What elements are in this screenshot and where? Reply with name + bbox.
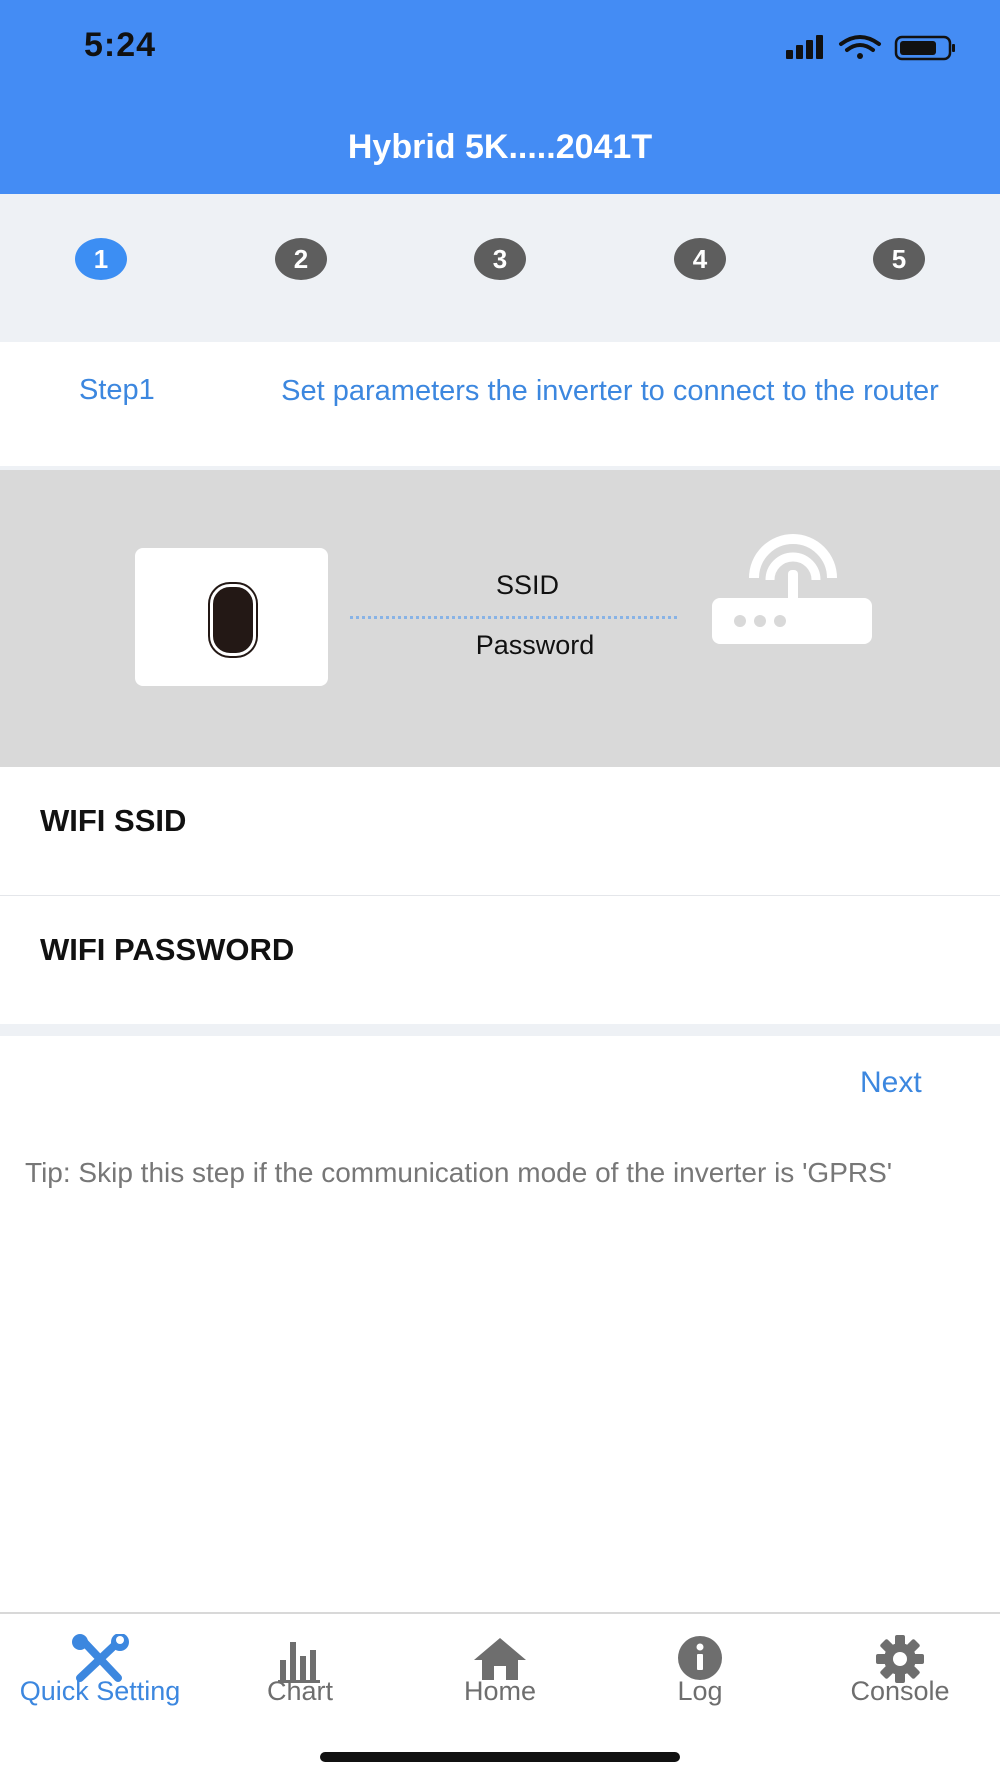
wifi-icon xyxy=(839,35,881,59)
tab-log-label: Log xyxy=(677,1676,723,1706)
tab-console[interactable]: Console xyxy=(800,1614,1000,1724)
connection-illustration: SSID Password xyxy=(0,470,1000,767)
tip-text: Tip: Skip this step if the communication… xyxy=(25,1157,893,1188)
wifi-password-label: WIFI PASSWORD xyxy=(40,932,295,967)
page-title: Hybrid 5K.....2041T xyxy=(347,128,653,166)
section-divider xyxy=(0,1024,1000,1036)
wifi-ssid-input[interactable] xyxy=(370,797,964,859)
tab-chart-label: Chart xyxy=(266,1676,334,1706)
tab-quick-setting[interactable]: Quick Setting xyxy=(0,1614,200,1724)
signal-icon xyxy=(786,35,823,59)
illustration-password-label: Password xyxy=(475,630,595,660)
step-description-panel: Step1 Set parameters the inverter to con… xyxy=(0,342,1000,476)
wifi-ssid-row: WIFI SSID xyxy=(0,767,1000,896)
home-indicator xyxy=(320,1752,680,1762)
illustration-ssid-label: SSID xyxy=(495,570,560,600)
connection-line xyxy=(350,616,677,619)
tab-quick-setting-label: Quick Setting xyxy=(19,1676,181,1706)
router-icon xyxy=(712,534,872,644)
tab-home-label: Home xyxy=(463,1676,537,1706)
step-3-indicator: 3 xyxy=(474,238,526,280)
tab-home[interactable]: Home xyxy=(400,1614,600,1724)
tab-chart[interactable]: Chart xyxy=(200,1614,400,1724)
step-label: Step1 xyxy=(79,374,155,406)
status-time: 5:24 xyxy=(84,26,157,64)
step-5-indicator: 5 xyxy=(873,238,925,280)
step-indicator: 1 2 3 4 5 xyxy=(0,194,1000,342)
wifi-password-input[interactable] xyxy=(370,926,964,988)
wifi-ssid-label: WIFI SSID xyxy=(40,803,187,838)
battery-icon xyxy=(894,35,955,61)
tab-log[interactable]: Log xyxy=(600,1614,800,1724)
status-icons xyxy=(786,32,966,66)
step-1-indicator: 1 xyxy=(75,238,127,280)
wifi-password-row: WIFI PASSWORD xyxy=(0,896,1000,1024)
inverter-knob xyxy=(210,584,256,656)
next-button[interactable]: Next xyxy=(860,1066,922,1100)
step-2-indicator: 2 xyxy=(275,238,327,280)
step-4-indicator: 4 xyxy=(674,238,726,280)
step-description: Set parameters the inverter to connect t… xyxy=(281,375,939,407)
tab-console-label: Console xyxy=(850,1676,950,1706)
